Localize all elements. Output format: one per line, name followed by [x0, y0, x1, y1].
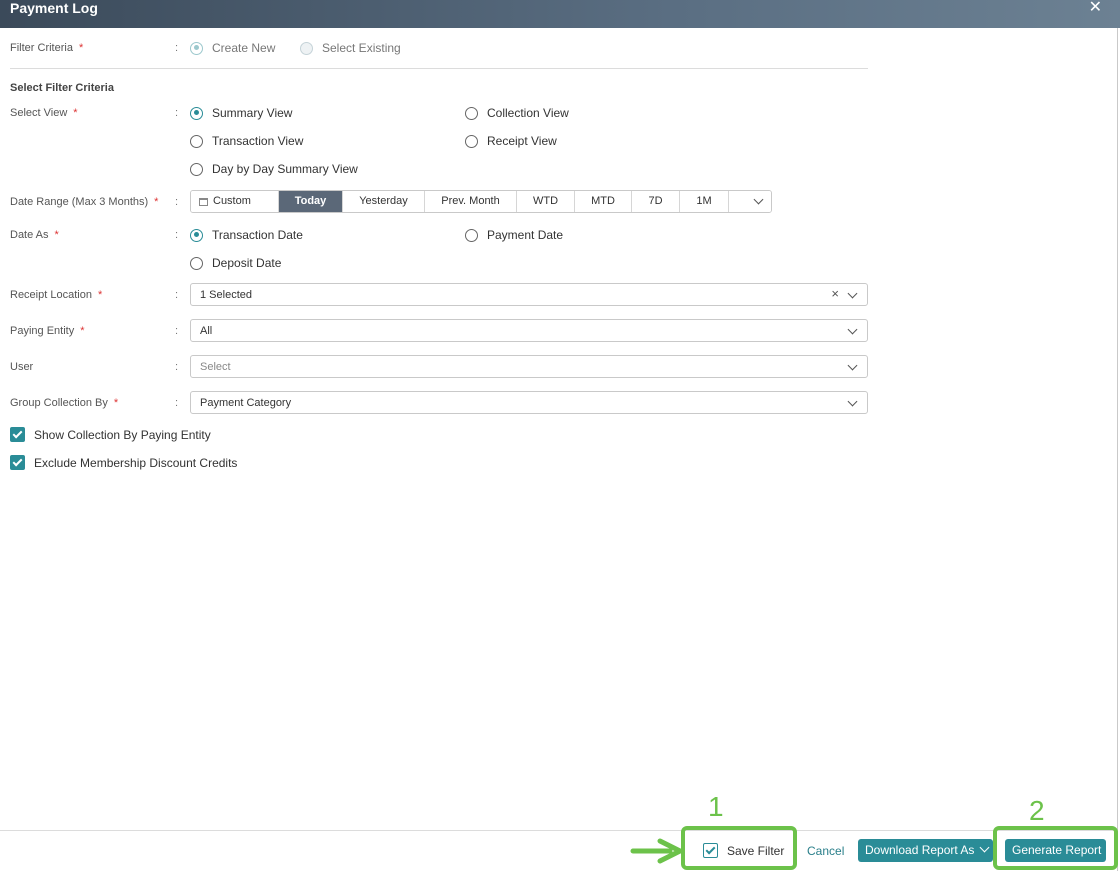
- radio-unselected-icon: [465, 228, 478, 242]
- radio-unselected-icon: [465, 106, 478, 120]
- download-report-as-button[interactable]: Download Report As: [858, 839, 993, 862]
- colon: :: [175, 397, 179, 409]
- exclude-membership-checkbox[interactable]: Exclude Membership Discount Credits: [10, 455, 237, 470]
- clear-icon[interactable]: ×: [831, 286, 839, 302]
- colon: :: [175, 229, 179, 241]
- show-collection-checkbox[interactable]: Show Collection By Paying Entity: [10, 427, 211, 442]
- chevron-down-icon: [753, 194, 764, 205]
- radio-unselected-icon: [190, 134, 203, 148]
- radio-selected-icon: [190, 228, 203, 242]
- paying-entity-select[interactable]: All: [190, 319, 868, 342]
- annotation-box-save-filter: [681, 826, 797, 870]
- date-btn-yesterday[interactable]: Yesterday: [343, 191, 425, 212]
- chevron-down-icon: [847, 324, 858, 335]
- required-marker: *: [54, 229, 59, 241]
- radio-payment-date[interactable]: Payment Date: [465, 228, 563, 242]
- filter-criteria-label: Filter Criteria *: [10, 42, 84, 54]
- radio-unselected-icon: [190, 256, 203, 270]
- date-btn-prev-month[interactable]: Prev. Month: [425, 191, 517, 212]
- colon: :: [175, 107, 179, 119]
- group-collection-by-label: Group Collection By *: [10, 397, 119, 409]
- date-as-label: Date As *: [10, 229, 59, 241]
- annotation-arrow-icon: [630, 838, 683, 864]
- required-marker: *: [78, 42, 84, 54]
- dialog-header: Payment Log ✕: [0, 0, 1120, 28]
- annotation-step-1: 1: [708, 791, 724, 822]
- radio-summary-view[interactable]: Summary View: [190, 106, 292, 120]
- radio-select-existing[interactable]: Select Existing: [300, 41, 401, 55]
- paying-entity-label: Paying Entity *: [10, 325, 85, 337]
- required-marker: *: [154, 196, 159, 208]
- date-btn-7d[interactable]: 7D: [632, 191, 680, 212]
- colon: :: [175, 289, 179, 301]
- user-label: User: [10, 361, 34, 373]
- chevron-down-icon: [847, 288, 858, 299]
- chevron-down-icon: [979, 842, 990, 853]
- receipt-location-label: Receipt Location *: [10, 289, 103, 301]
- required-marker: *: [97, 289, 103, 301]
- colon: :: [175, 196, 179, 208]
- required-marker: *: [80, 325, 85, 337]
- radio-create-new[interactable]: Create New: [190, 41, 275, 55]
- chevron-down-icon: [847, 396, 858, 407]
- date-btn-custom[interactable]: Custom: [191, 191, 279, 212]
- footer-divider: [0, 830, 1117, 831]
- radio-selected-icon: [190, 106, 203, 120]
- checkbox-checked-icon: [10, 455, 25, 470]
- required-marker: *: [73, 107, 78, 119]
- calendar-icon: [199, 197, 208, 206]
- date-btn-wtd[interactable]: WTD: [517, 191, 575, 212]
- radio-transaction-date[interactable]: Transaction Date: [190, 228, 303, 242]
- date-range-label: Date Range (Max 3 Months) *: [10, 196, 159, 208]
- cancel-button[interactable]: Cancel: [807, 844, 844, 858]
- date-more-dropdown[interactable]: [729, 191, 771, 212]
- select-view-label: Select View *: [10, 107, 78, 119]
- checkbox-checked-icon: [10, 427, 25, 442]
- colon: :: [175, 42, 179, 54]
- date-btn-1m[interactable]: 1M: [680, 191, 729, 212]
- radio-selected-icon: [190, 41, 203, 55]
- radio-unselected-icon: [190, 162, 203, 176]
- dialog-title: Payment Log: [10, 0, 98, 16]
- close-icon[interactable]: ✕: [1089, 0, 1102, 18]
- annotation-box-generate-report: [993, 826, 1118, 870]
- user-select[interactable]: Select: [190, 355, 868, 378]
- radio-receipt-view[interactable]: Receipt View: [465, 134, 557, 148]
- date-btn-today[interactable]: Today: [279, 191, 343, 212]
- colon: :: [175, 325, 179, 337]
- radio-day-by-day-summary-view[interactable]: Day by Day Summary View: [190, 162, 358, 176]
- radio-transaction-view[interactable]: Transaction View: [190, 134, 303, 148]
- radio-collection-view[interactable]: Collection View: [465, 106, 569, 120]
- date-range-button-group: Custom Today Yesterday Prev. Month WTD M…: [190, 190, 772, 213]
- radio-unselected-icon: [465, 134, 478, 148]
- section-divider: [10, 68, 868, 69]
- receipt-location-select[interactable]: 1 Selected ×: [190, 283, 868, 306]
- radio-unselected-icon: [300, 41, 313, 55]
- annotation-step-2: 2: [1029, 795, 1045, 826]
- radio-deposit-date[interactable]: Deposit Date: [190, 256, 281, 270]
- date-btn-mtd[interactable]: MTD: [575, 191, 632, 212]
- dialog-right-border: [1117, 28, 1118, 871]
- section-title: Select Filter Criteria: [10, 82, 114, 94]
- chevron-down-icon: [847, 360, 858, 371]
- colon: :: [175, 361, 179, 373]
- group-collection-by-select[interactable]: Payment Category: [190, 391, 868, 414]
- required-marker: *: [113, 397, 119, 409]
